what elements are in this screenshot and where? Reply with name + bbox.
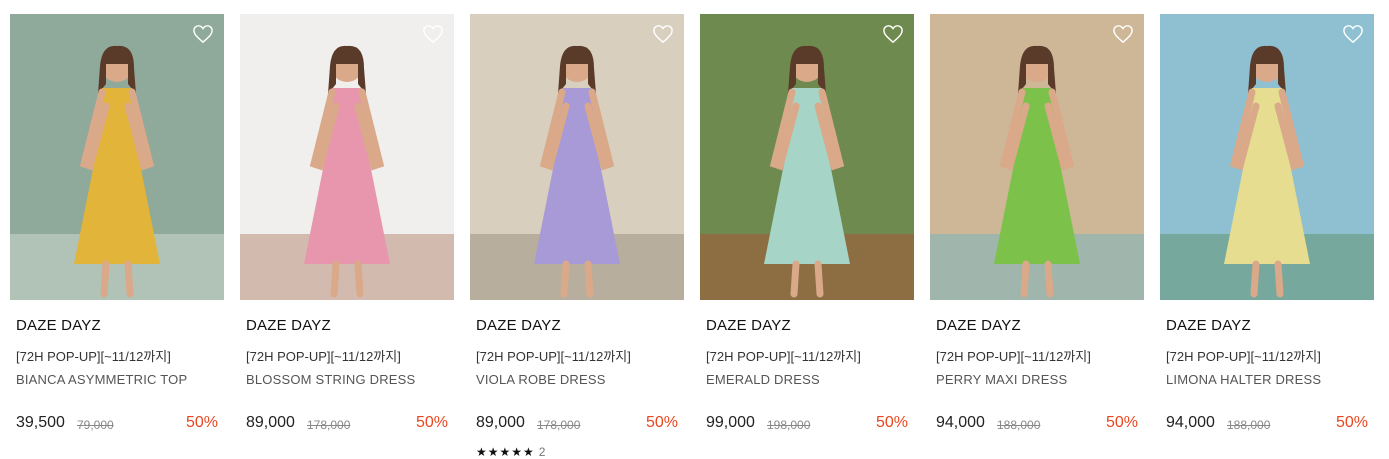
- product-original-price: 178,000: [537, 418, 581, 432]
- product-image[interactable]: [10, 14, 224, 300]
- wishlist-heart-icon[interactable]: [882, 24, 904, 44]
- product-promo-tag: [72H POP-UP][~11/12까지]: [706, 349, 861, 364]
- product-sale-price: 89,000: [476, 414, 525, 431]
- product-promo-tag: [72H POP-UP][~11/12까지]: [1166, 349, 1321, 364]
- product-card[interactable]: DAZE DAYZ [72H POP-UP][~11/12까지] PERRY MAX…: [930, 14, 1144, 459]
- product-brand: DAZE DAYZ: [936, 317, 1021, 334]
- product-name[interactable]: PERRY MAXI DRESS: [936, 372, 1067, 387]
- wishlist-heart-icon[interactable]: [422, 24, 444, 44]
- product-sale-price: 94,000: [936, 414, 985, 431]
- product-name[interactable]: LIMONA HALTER DRESS: [1166, 372, 1321, 387]
- product-card[interactable]: DAZE DAYZ [72H POP-UP][~11/12까지] BLOSSOM S…: [240, 14, 454, 459]
- product-image[interactable]: [930, 14, 1144, 300]
- product-promo-tag: [72H POP-UP][~11/12까지]: [16, 349, 171, 364]
- product-brand: DAZE DAYZ: [246, 317, 331, 334]
- product-original-price: 198,000: [767, 418, 811, 432]
- product-name[interactable]: VIOLA ROBE DRESS: [476, 372, 606, 387]
- product-brand: DAZE DAYZ: [16, 317, 101, 334]
- product-rating: ★★★★★ 2: [476, 445, 545, 459]
- product-image[interactable]: [470, 14, 684, 300]
- product-sale-price: 39,500: [16, 414, 65, 431]
- product-promo-tag: [72H POP-UP][~11/12까지]: [246, 349, 401, 364]
- product-original-price: 188,000: [997, 418, 1041, 432]
- product-sale-price: 99,000: [706, 414, 755, 431]
- review-count: 2: [538, 445, 546, 459]
- product-image[interactable]: [700, 14, 914, 300]
- product-brand: DAZE DAYZ: [476, 317, 561, 334]
- wishlist-heart-icon[interactable]: [652, 24, 674, 44]
- product-name[interactable]: EMERALD DRESS: [706, 372, 820, 387]
- product-original-price: 178,000: [307, 418, 351, 432]
- product-card[interactable]: DAZE DAYZ [72H POP-UP][~11/12까지] BIANCA AS…: [10, 14, 224, 459]
- wishlist-heart-icon[interactable]: [1112, 24, 1134, 44]
- product-promo-tag: [72H POP-UP][~11/12까지]: [476, 349, 631, 364]
- product-discount-rate: 50%: [1105, 414, 1138, 431]
- wishlist-heart-icon[interactable]: [1342, 24, 1364, 44]
- product-name[interactable]: BIANCA ASYMMETRIC TOP: [16, 372, 187, 387]
- product-original-price: 188,000: [1227, 418, 1271, 432]
- product-brand: DAZE DAYZ: [706, 317, 791, 334]
- rating-stars-icon: ★★★★★: [476, 445, 535, 459]
- product-card[interactable]: DAZE DAYZ [72H POP-UP][~11/12까지] EMERALD D…: [700, 14, 914, 459]
- product-discount-rate: 50%: [185, 414, 218, 431]
- wishlist-heart-icon[interactable]: [192, 24, 214, 44]
- product-brand: DAZE DAYZ: [1166, 317, 1251, 334]
- product-original-price: 79,000: [77, 418, 114, 432]
- product-discount-rate: 50%: [1335, 414, 1368, 431]
- product-card[interactable]: DAZE DAYZ [72H POP-UP][~11/12까지] LIMONA HA…: [1160, 14, 1374, 459]
- product-card[interactable]: DAZE DAYZ [72H POP-UP][~11/12까지] VIOLA ROB…: [470, 14, 684, 459]
- product-discount-rate: 50%: [875, 414, 908, 431]
- product-name[interactable]: BLOSSOM STRING DRESS: [246, 372, 415, 387]
- product-sale-price: 89,000: [246, 414, 295, 431]
- product-discount-rate: 50%: [415, 414, 448, 431]
- product-image[interactable]: [240, 14, 454, 300]
- product-promo-tag: [72H POP-UP][~11/12까지]: [936, 349, 1091, 364]
- product-discount-rate: 50%: [645, 414, 678, 431]
- product-image[interactable]: [1160, 14, 1374, 300]
- product-grid: DAZE DAYZ [72H POP-UP][~11/12까지] BIANCA AS…: [10, 14, 1384, 459]
- product-sale-price: 94,000: [1166, 414, 1215, 431]
